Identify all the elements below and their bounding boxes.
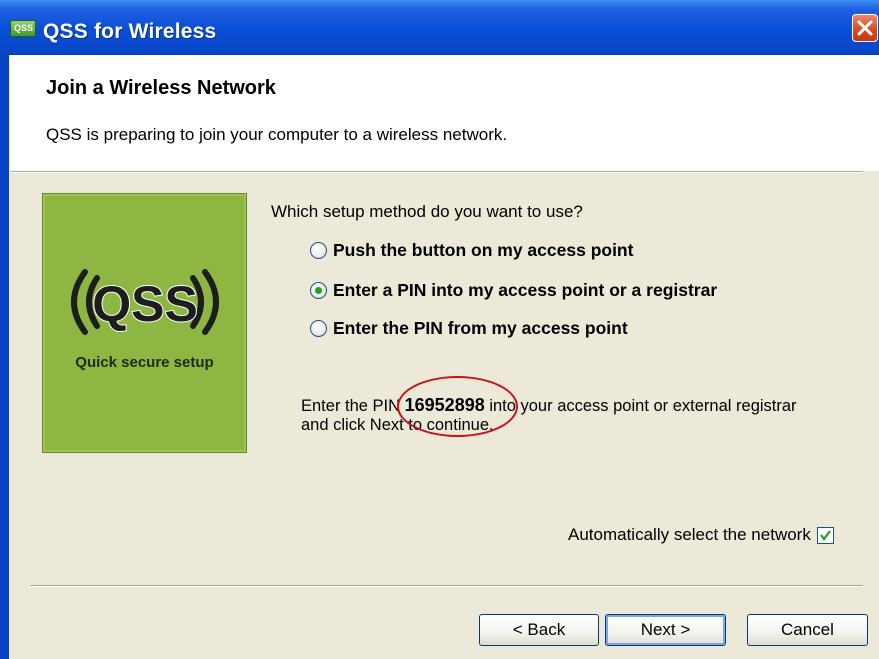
radio-button[interactable] bbox=[310, 320, 327, 337]
radio-option-push-button[interactable]: Push the button on my access point bbox=[310, 240, 633, 261]
app-icon-text: QSS bbox=[14, 23, 34, 33]
footer-divider bbox=[30, 585, 863, 587]
qss-logo-panel: QSS Quick secure setup bbox=[42, 193, 247, 453]
close-button[interactable] bbox=[852, 14, 878, 42]
pin-prefix: Enter the PIN bbox=[301, 397, 405, 415]
close-icon bbox=[857, 20, 873, 36]
window-left-border bbox=[0, 54, 9, 659]
checkmark-icon bbox=[819, 529, 831, 541]
setup-question: Which setup method do you want to use? bbox=[271, 202, 583, 221]
header-panel: Join a Wireless Network QSS is preparing… bbox=[10, 55, 879, 171]
back-button[interactable]: < Back bbox=[479, 614, 599, 646]
radio-label[interactable]: Enter a PIN into my access point or a re… bbox=[333, 280, 717, 301]
radio-button[interactable] bbox=[310, 242, 327, 259]
page-subtitle: QSS is preparing to join your computer t… bbox=[46, 125, 508, 144]
next-button[interactable]: Next > bbox=[605, 614, 726, 646]
logo-caption: Quick secure setup bbox=[75, 354, 214, 371]
radio-option-pin-from-ap[interactable]: Enter the PIN from my access point bbox=[310, 318, 628, 339]
auto-select-checkbox[interactable] bbox=[816, 526, 834, 544]
qss-logo-text: QSS bbox=[92, 276, 198, 332]
header-divider bbox=[10, 171, 863, 173]
pin-instructions: Enter the PIN 16952898 into your access … bbox=[301, 396, 861, 435]
auto-select-label[interactable]: Automatically select the network bbox=[568, 525, 811, 545]
radio-label[interactable]: Enter the PIN from my access point bbox=[333, 318, 628, 339]
pin-suffix: into your access point or external regis… bbox=[484, 397, 797, 415]
page-title: Join a Wireless Network bbox=[46, 77, 276, 99]
qss-logo-icon: QSS bbox=[71, 269, 219, 335]
auto-select-network-row[interactable]: Automatically select the network bbox=[568, 525, 834, 545]
cancel-button[interactable]: Cancel bbox=[747, 614, 868, 646]
window-title: QSS for Wireless bbox=[43, 20, 217, 43]
radio-button-selected[interactable] bbox=[310, 282, 327, 299]
radio-label[interactable]: Push the button on my access point bbox=[333, 240, 633, 261]
qss-app-icon: QSS bbox=[10, 20, 36, 37]
pin-highlight-circle bbox=[397, 376, 518, 437]
radio-option-enter-pin-into-ap[interactable]: Enter a PIN into my access point or a re… bbox=[310, 280, 717, 301]
title-bar[interactable]: QSS QSS for Wireless bbox=[0, 0, 879, 55]
